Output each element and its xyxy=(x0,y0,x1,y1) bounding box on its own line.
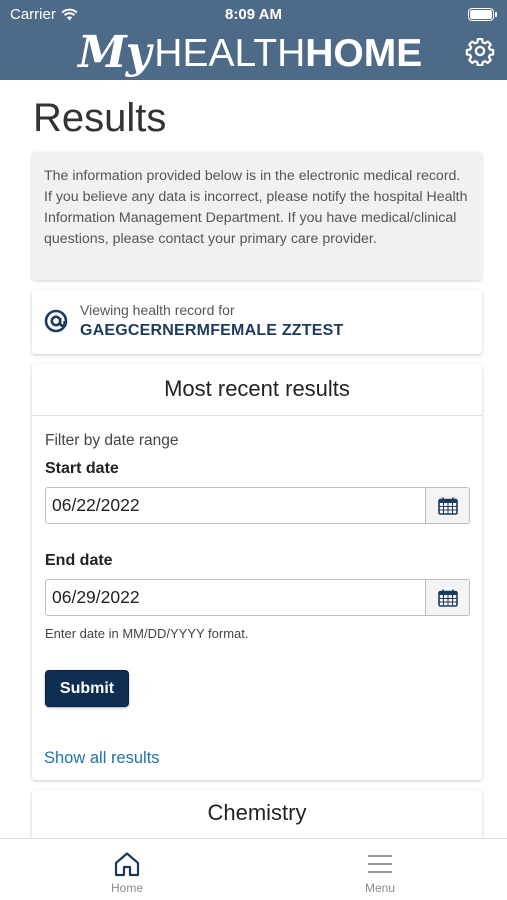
patient-name: GAEGCERNERMFEMALE ZZTEST xyxy=(80,322,344,339)
start-date-input[interactable]: 06/22/2022 xyxy=(46,488,425,523)
calendar-icon xyxy=(437,497,458,515)
logo-health: HEALTH xyxy=(154,32,306,75)
tab-home-label: Home xyxy=(110,881,143,895)
viewing-label: Viewing health record for xyxy=(80,302,235,318)
end-date-input[interactable]: 06/29/2022 xyxy=(46,580,425,615)
logo-my: My xyxy=(78,27,151,78)
hamburger-menu-icon xyxy=(368,855,392,873)
end-date-calendar-button[interactable] xyxy=(425,580,469,615)
logo-home: HOME xyxy=(305,32,423,75)
tab-bar: Home Menu xyxy=(0,838,507,900)
date-format-hint: Enter date in MM/DD/YYYY format. xyxy=(45,626,249,641)
chemistry-title: Chemistry xyxy=(207,800,307,825)
gear-icon[interactable] xyxy=(465,36,495,66)
medical-record-notice: The information provided below is in the… xyxy=(32,152,482,280)
tab-menu[interactable]: Menu xyxy=(320,839,440,900)
show-all-results-link[interactable]: Show all results xyxy=(44,749,160,768)
patient-record-card: Viewing health record for GAEGCERNERMFEM… xyxy=(32,290,482,354)
at-sign-icon xyxy=(44,309,68,333)
end-date-label: End date xyxy=(45,552,113,569)
recent-results-card: Most recent results Filter by date range… xyxy=(32,364,482,780)
end-date-field[interactable]: 06/29/2022 xyxy=(45,579,470,616)
tab-home[interactable]: Home xyxy=(67,839,187,900)
start-date-calendar-button[interactable] xyxy=(425,488,469,523)
page-title: Results xyxy=(33,96,167,140)
submit-button[interactable]: Submit xyxy=(45,670,129,707)
filter-label: Filter by date range xyxy=(45,432,179,449)
app-header: Carrier 8:09 AM My HEALTH HOME xyxy=(0,0,507,80)
results-card-title: Most recent results xyxy=(32,364,482,416)
start-date-label: Start date xyxy=(45,460,119,477)
app-logo: My HEALTH HOME xyxy=(78,22,422,78)
battery-icon xyxy=(468,8,497,21)
tab-menu-label: Menu xyxy=(364,881,396,895)
calendar-icon xyxy=(437,589,458,607)
home-icon xyxy=(114,852,140,877)
start-date-field[interactable]: 06/22/2022 xyxy=(45,487,470,524)
clock: 8:09 AM xyxy=(225,6,282,23)
